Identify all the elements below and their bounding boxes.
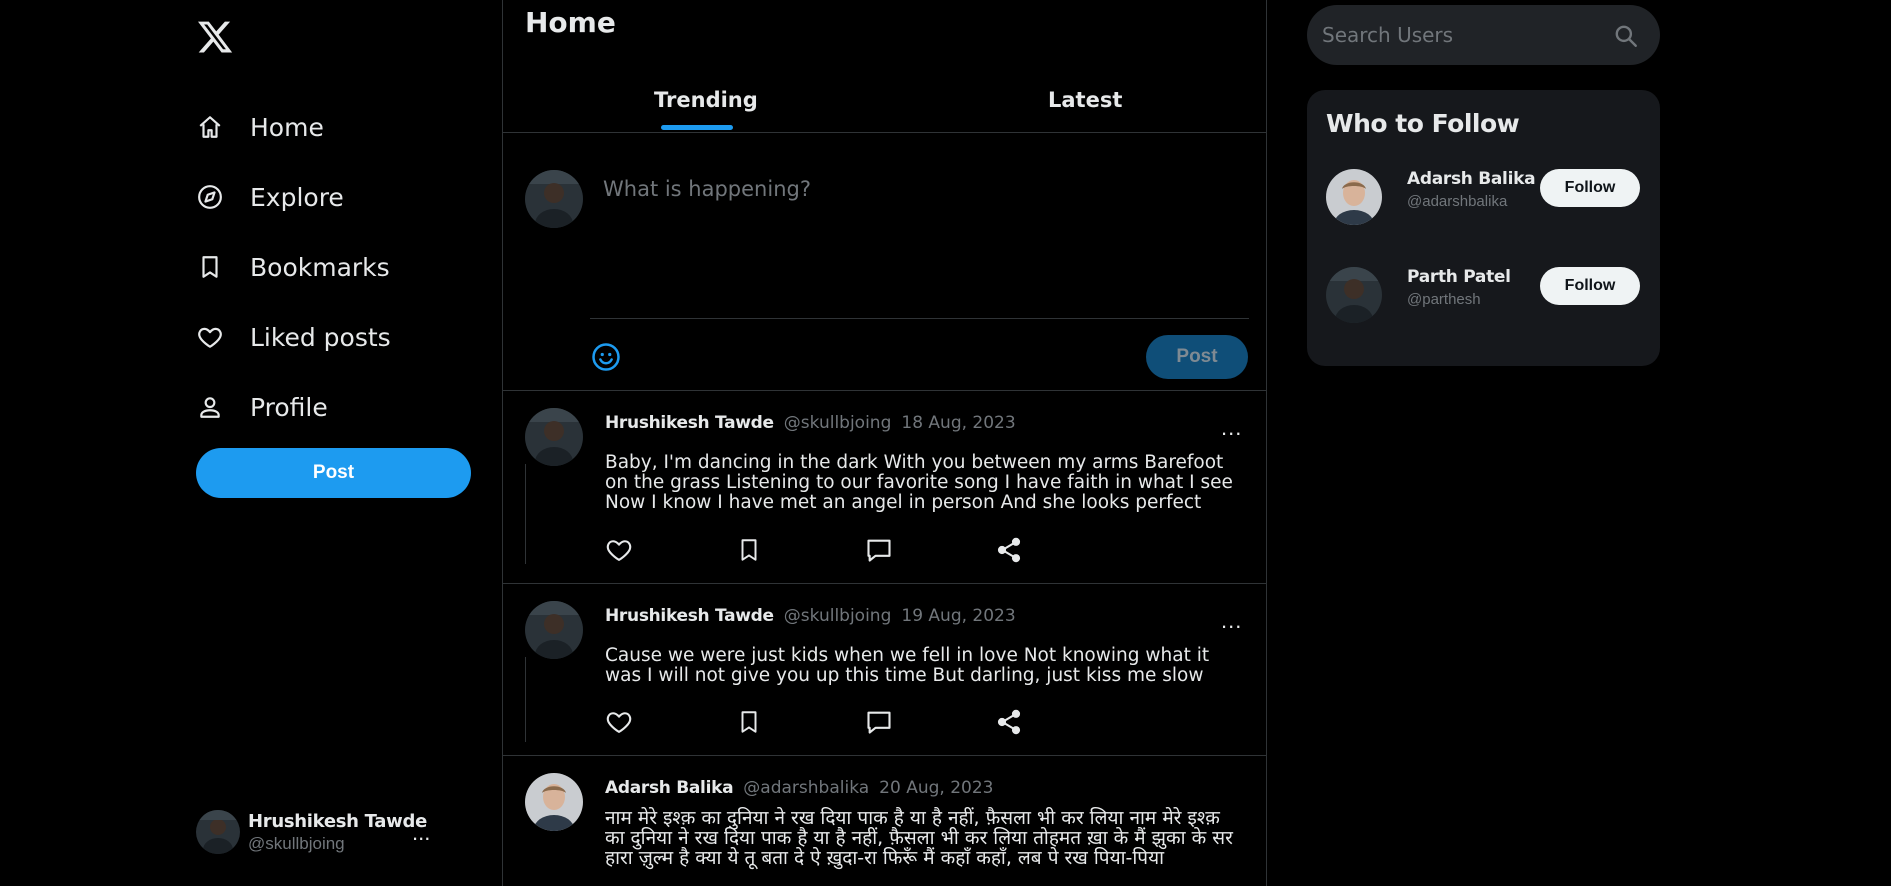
bookmark-icon [196, 253, 224, 281]
nav-label: Home [250, 112, 324, 142]
more-icon[interactable]: ... [1221, 415, 1242, 441]
home-icon [196, 113, 224, 141]
comment-icon[interactable] [865, 536, 893, 564]
nav-label: Bookmarks [250, 252, 390, 282]
nav-label: Profile [250, 392, 328, 422]
avatar [525, 601, 583, 659]
avatar [1326, 267, 1382, 323]
post-button[interactable]: Post [1146, 335, 1248, 379]
avatar [196, 810, 240, 854]
tweet-text: Baby, I'm dancing in the dark With you b… [605, 452, 1233, 513]
search-box [1307, 5, 1660, 65]
bookmark-icon[interactable] [735, 536, 763, 564]
share-icon[interactable] [995, 708, 1023, 736]
left-sidebar: Home Explore Bookmarks Liked posts Profi… [0, 0, 502, 886]
suggestion-handle: @adarshbalika [1407, 193, 1508, 210]
person-icon [196, 393, 224, 421]
tweet-author-name[interactable]: Adarsh Balika [605, 778, 734, 798]
nav-item-explore[interactable]: Explore [196, 162, 391, 232]
tweet[interactable]: Adarsh Balika @adarshbalika 20 Aug, 2023… [503, 756, 1266, 886]
composer-input[interactable] [603, 177, 1243, 201]
tweet[interactable]: Hrushikesh Tawde @skullbjoing 18 Aug, 20… [503, 391, 1266, 584]
tweet-actions [605, 536, 1125, 564]
emoji-icon[interactable] [591, 342, 621, 372]
follow-suggestion[interactable]: Adarsh Balika @adarshbalika Follow [1326, 169, 1646, 227]
thread-line [525, 657, 526, 742]
suggestion-name[interactable]: Parth Patel [1407, 267, 1511, 287]
tweet-actions [605, 708, 1125, 736]
account-switcher[interactable]: Hrushikesh Tawde @skullbjoing ... [196, 810, 446, 854]
nav-item-profile[interactable]: Profile [196, 372, 391, 442]
divider [590, 318, 1249, 319]
tweet-date: 19 Aug, 2023 [901, 606, 1016, 626]
more-icon[interactable]: ... [412, 820, 430, 846]
tweet-author-handle[interactable]: @skullbjoing [784, 606, 892, 626]
like-icon[interactable] [605, 536, 633, 564]
heart-icon [196, 323, 224, 351]
who-to-follow-title: Who to Follow [1326, 109, 1520, 138]
suggestion-handle: @parthesh [1407, 291, 1481, 308]
active-tab-indicator [661, 125, 733, 130]
nav-item-home[interactable]: Home [196, 92, 391, 162]
tweet-author-handle[interactable]: @skullbjoing [784, 413, 892, 433]
avatar [525, 408, 583, 466]
main-timeline: Home Trending Latest Post Hrushikesh [502, 0, 1267, 886]
nav-item-liked-posts[interactable]: Liked posts [196, 302, 391, 372]
tweet-author-handle[interactable]: @adarshbalika [743, 778, 869, 798]
follow-button[interactable]: Follow [1540, 169, 1640, 207]
like-icon[interactable] [605, 708, 633, 736]
tweet-text: Cause we were just kids when we fell in … [605, 645, 1210, 686]
tweet-author-name[interactable]: Hrushikesh Tawde [605, 413, 774, 433]
compass-icon [196, 183, 224, 211]
feed-tabs: Trending Latest [503, 66, 1266, 133]
account-info: Hrushikesh Tawde @skullbjoing [248, 811, 427, 854]
tab-latest[interactable]: Latest [1048, 88, 1122, 112]
account-name: Hrushikesh Tawde [248, 810, 427, 832]
tweet-date: 20 Aug, 2023 [879, 778, 994, 798]
comment-icon[interactable] [865, 708, 893, 736]
tab-trending[interactable]: Trending [654, 88, 758, 112]
nav-label: Explore [250, 182, 344, 212]
page-title: Home [525, 6, 616, 39]
share-icon[interactable] [995, 536, 1023, 564]
tweet-header: Hrushikesh Tawde @skullbjoing 19 Aug, 20… [605, 606, 1016, 626]
x-logo-icon[interactable] [196, 18, 234, 56]
post-composer: Post [503, 133, 1266, 391]
thread-line [525, 464, 526, 564]
tweet-text: नाम मेरे इश्क़ का दुनिया ने रख दिया पाक … [605, 807, 1233, 869]
follow-suggestion[interactable]: Parth Patel @parthesh Follow [1326, 267, 1646, 325]
bookmark-icon[interactable] [735, 708, 763, 736]
avatar [525, 773, 583, 831]
suggestion-name[interactable]: Adarsh Balika [1407, 169, 1536, 189]
app: Home Explore Bookmarks Liked posts Profi… [0, 0, 1891, 886]
search-icon[interactable] [1613, 23, 1639, 49]
sidebar-post-button[interactable]: Post [196, 448, 471, 498]
tweet-author-name[interactable]: Hrushikesh Tawde [605, 606, 774, 626]
nav-label: Liked posts [250, 322, 391, 352]
main-nav: Home Explore Bookmarks Liked posts Profi… [196, 92, 391, 442]
more-icon[interactable]: ... [1221, 608, 1242, 634]
follow-button[interactable]: Follow [1540, 267, 1640, 305]
who-to-follow-card: Who to Follow Adarsh Balika @adarshbalik… [1307, 90, 1660, 366]
avatar [525, 170, 583, 228]
avatar [1326, 169, 1382, 225]
nav-item-bookmarks[interactable]: Bookmarks [196, 232, 391, 302]
tweet-header: Adarsh Balika @adarshbalika 20 Aug, 2023 [605, 778, 993, 798]
account-handle: @skullbjoing [248, 833, 345, 853]
tweet-date: 18 Aug, 2023 [901, 413, 1016, 433]
tweet[interactable]: Hrushikesh Tawde @skullbjoing 19 Aug, 20… [503, 584, 1266, 756]
tweet-header: Hrushikesh Tawde @skullbjoing 18 Aug, 20… [605, 413, 1016, 433]
search-input[interactable] [1322, 23, 1602, 47]
